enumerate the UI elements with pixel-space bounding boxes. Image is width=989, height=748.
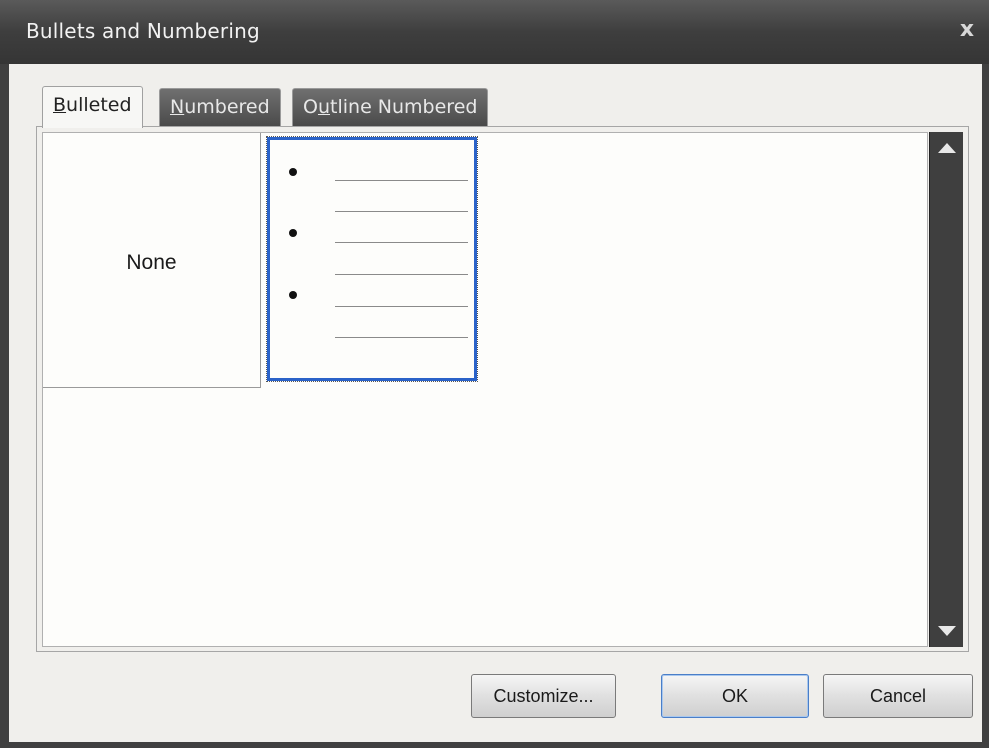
tab-numbered-accel: N — [170, 96, 185, 118]
dialog-title: Bullets and Numbering — [26, 19, 260, 43]
preview-line — [335, 180, 468, 181]
scroll-down-icon[interactable] — [938, 626, 956, 636]
preview-line — [335, 274, 468, 275]
bullets-numbering-dialog: Bullets and Numbering x Bulleted Numbere… — [0, 0, 989, 748]
customize-button[interactable]: Customize... — [471, 674, 616, 718]
preview-line — [335, 211, 468, 212]
vertical-scrollbar[interactable] — [929, 132, 963, 647]
tab-bulleted-label: ulleted — [66, 94, 132, 116]
scroll-up-icon[interactable] — [938, 143, 956, 153]
tab-panel: None — [36, 126, 969, 652]
preview-line — [335, 306, 468, 307]
preview-line — [335, 242, 468, 243]
none-label: None — [126, 251, 177, 274]
gallery-item-bullet-disc[interactable] — [266, 136, 478, 382]
dialog-body: Bulleted Numbered Outline Numbered None — [9, 64, 982, 742]
close-icon[interactable]: x — [955, 16, 979, 44]
ok-button[interactable]: OK — [661, 674, 809, 718]
tab-outline-numbered[interactable]: Outline Numbered — [292, 88, 489, 126]
gallery-item-none[interactable]: None — [43, 133, 261, 388]
tab-outline-pre: O — [303, 96, 318, 118]
preview-line — [335, 337, 468, 338]
tab-numbered[interactable]: Numbered — [159, 88, 281, 126]
tab-outline-label: tline Numbered — [330, 96, 478, 118]
bullet-dot-icon — [289, 291, 297, 299]
bullet-dot-icon — [289, 229, 297, 237]
title-bar[interactable]: Bullets and Numbering x — [0, 0, 989, 64]
bullet-gallery: None — [42, 132, 928, 647]
tab-outline-accel: u — [317, 96, 331, 118]
cancel-button[interactable]: Cancel — [823, 674, 973, 718]
bullet-dot-icon — [289, 168, 297, 176]
tab-bulleted[interactable]: Bulleted — [42, 86, 143, 128]
tab-bulleted-accel: B — [53, 94, 67, 116]
tab-numbered-label: umbered — [184, 96, 270, 118]
